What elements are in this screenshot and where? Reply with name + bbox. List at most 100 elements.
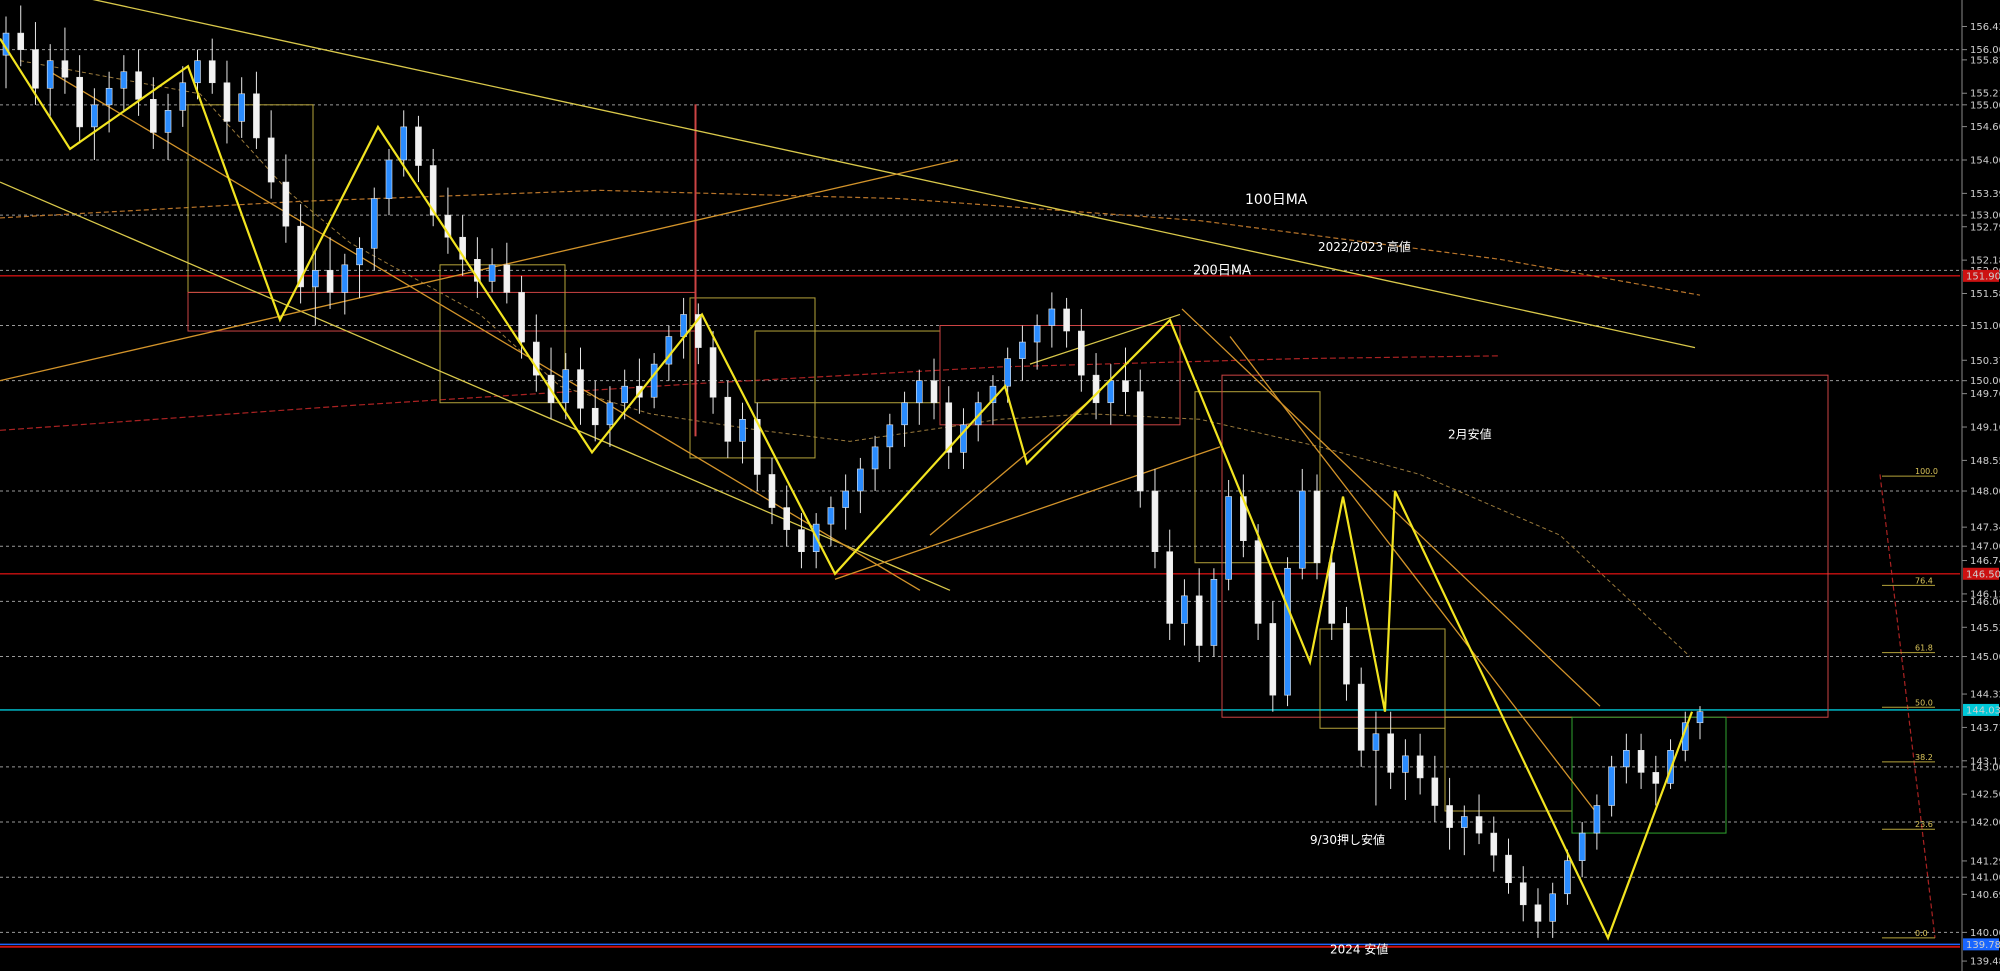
price-marker-label: 139.783 <box>1966 940 2000 951</box>
candle-body <box>488 264 496 282</box>
candle-body <box>1505 854 1512 884</box>
fib-level-label: 38.2 <box>1915 753 1933 762</box>
price-tick-label: 145.000 <box>1970 652 2000 663</box>
price-tick-label: 145.530 <box>1970 623 2000 634</box>
price-tick-label: 139.480 <box>1970 957 2000 968</box>
candle-body <box>61 60 69 78</box>
chart-background <box>0 0 2000 971</box>
candle-body <box>827 507 835 525</box>
candle-body <box>1608 766 1615 806</box>
candle-body <box>768 474 776 508</box>
chart-annotation: 2月安値 <box>1448 427 1492 442</box>
price-tick-label: 141.000 <box>1970 873 2000 884</box>
price-marker-label: 146.500 <box>1966 569 2000 580</box>
price-tick-label: 151.580 <box>1970 289 2000 300</box>
candle-body <box>415 126 422 166</box>
price-tick-label: 147.000 <box>1970 542 2000 553</box>
price-tick-label: 148.000 <box>1970 487 2000 498</box>
price-tick-label: 149.765 <box>1970 389 2000 400</box>
candle-body <box>179 82 187 111</box>
candle-body <box>208 60 216 84</box>
candle-body <box>370 198 378 249</box>
candle-body <box>1402 755 1409 773</box>
candle-body <box>1092 374 1100 404</box>
candle-body <box>312 270 319 288</box>
candle-body <box>1298 490 1306 569</box>
candle-body <box>915 380 923 404</box>
candle-body <box>1033 325 1041 343</box>
candle-body <box>1490 832 1498 856</box>
candle-body <box>1461 816 1468 828</box>
candle-body <box>1564 860 1571 895</box>
candle-body <box>1195 595 1203 646</box>
candle-body <box>783 507 791 530</box>
candle-body <box>135 71 142 100</box>
candle-body <box>253 93 260 139</box>
candle-body <box>1328 562 1336 624</box>
candle-body <box>32 49 39 89</box>
candle-body <box>120 71 128 89</box>
price-tick-label: 154.605 <box>1970 122 2000 133</box>
price-tick-label: 152.790 <box>1970 222 2000 233</box>
candle-body <box>577 369 584 409</box>
candle-body <box>1593 805 1601 834</box>
price-tick-label: 156.420 <box>1970 22 2000 33</box>
candle-body <box>1151 490 1159 553</box>
candle-body <box>1313 490 1321 564</box>
candle-body <box>1387 733 1394 773</box>
candle-body <box>17 32 25 50</box>
price-tick-label: 143.715 <box>1970 723 2000 734</box>
candle-body <box>1534 904 1542 922</box>
candle-body <box>591 407 599 426</box>
candle-body <box>1623 750 1630 768</box>
candle-body <box>871 446 879 470</box>
candle-body <box>1284 567 1291 696</box>
price-tick-label: 155.000 <box>1970 100 2000 111</box>
candle-body <box>1549 893 1556 922</box>
candle-body <box>1254 540 1262 624</box>
price-tick-label: 150.000 <box>1970 376 2000 387</box>
candle-body <box>1107 380 1115 404</box>
price-tick-label: 144.320 <box>1970 690 2000 701</box>
fib-level-label: 0.0 <box>1915 929 1928 938</box>
price-tick-label: 140.000 <box>1970 928 2000 939</box>
price-tick-label: 153.000 <box>1970 211 2000 222</box>
candle-body <box>1225 496 1232 580</box>
fib-level-label: 76.4 <box>1915 576 1933 585</box>
candle-body <box>1431 777 1439 806</box>
candle-body <box>503 264 511 293</box>
candle-body <box>385 159 393 199</box>
candle-body <box>238 93 245 122</box>
fib-level-label: 23.6 <box>1915 820 1933 829</box>
candle-body <box>1122 380 1129 393</box>
price-tick-label: 146.740 <box>1970 556 2000 567</box>
price-marker-label: 144.032 <box>1966 705 2000 716</box>
candle-body <box>842 490 849 508</box>
candle-body <box>400 126 408 161</box>
candle-body <box>709 347 717 398</box>
candle-body <box>1269 623 1277 696</box>
price-tick-label: 142.505 <box>1970 790 2000 801</box>
candle-body <box>1004 358 1011 387</box>
price-tick-label: 155.815 <box>1970 55 2000 66</box>
price-tick-label: 155.210 <box>1970 89 2000 100</box>
candle-body <box>1446 805 1453 828</box>
candle-body <box>1357 683 1365 751</box>
candle-body <box>46 60 54 89</box>
fib-level-label: 50.0 <box>1915 698 1933 707</box>
candle-body <box>194 60 201 84</box>
candle-body <box>1136 391 1144 492</box>
candle-body <box>1019 341 1026 359</box>
candle-body <box>1372 733 1380 751</box>
price-tick-label: 142.000 <box>1970 818 2000 829</box>
price-tick-label: 147.345 <box>1970 523 2000 534</box>
price-tick-label: 143.110 <box>1970 756 2000 767</box>
candle-body <box>1210 578 1218 646</box>
candle-body <box>1637 750 1645 773</box>
chart-annotation: 9/30押し安値 <box>1310 832 1385 847</box>
candle-body <box>1343 623 1350 685</box>
candle-body <box>1181 595 1188 624</box>
chart-annotation: 100日MA <box>1245 192 1308 208</box>
candle-body <box>798 529 805 553</box>
price-tick-label: 141.295 <box>1970 856 2000 867</box>
